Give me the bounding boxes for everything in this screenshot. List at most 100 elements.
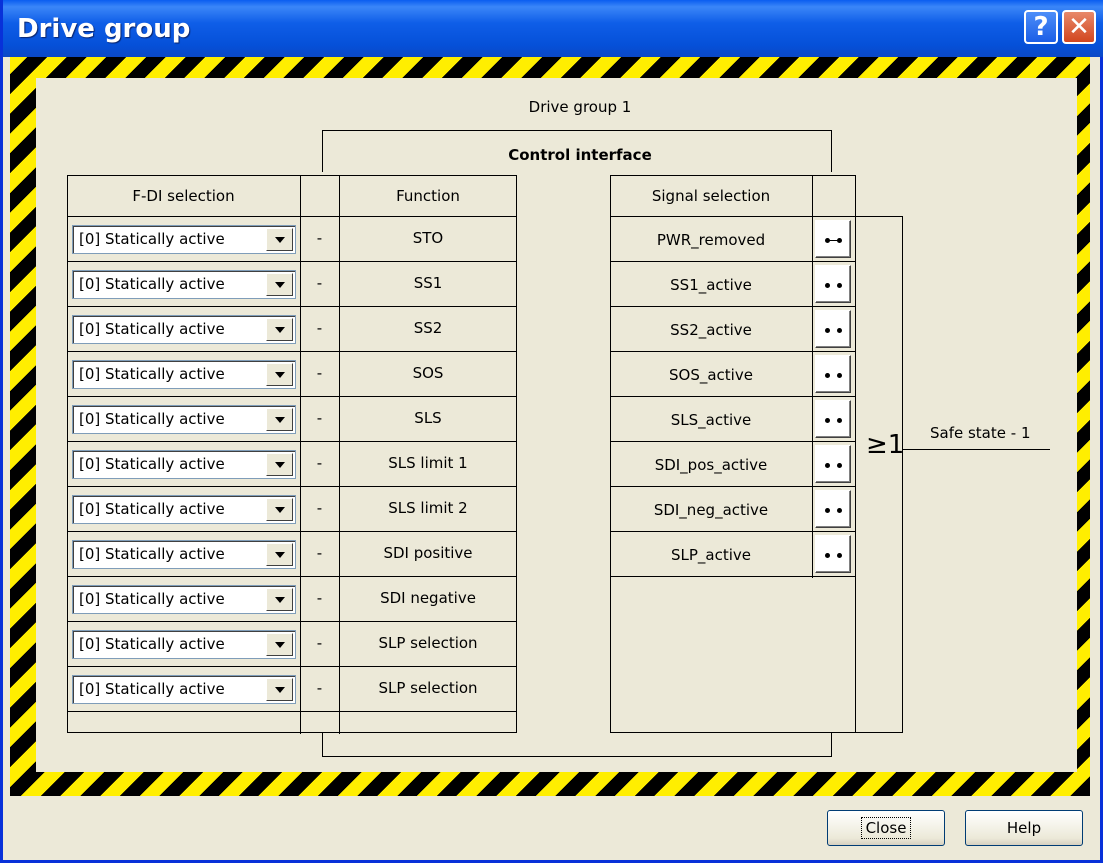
switch-contact-icon bbox=[837, 463, 842, 468]
switch-contact-icon bbox=[837, 418, 842, 423]
output-line bbox=[903, 449, 1050, 450]
row-divider bbox=[67, 666, 517, 667]
chevron-down-icon[interactable] bbox=[266, 678, 293, 701]
fdi-select-value: [0] Statically active bbox=[79, 500, 225, 518]
row-divider bbox=[610, 216, 856, 217]
chevron-down-icon[interactable] bbox=[266, 228, 293, 251]
function-name: SDI negative bbox=[380, 589, 476, 607]
help-button[interactable]: Help bbox=[965, 810, 1083, 846]
signal-switch-button[interactable] bbox=[815, 310, 851, 348]
connection-dash: - bbox=[316, 319, 323, 337]
row-divider bbox=[67, 576, 517, 577]
function-name: SLS limit 2 bbox=[388, 499, 468, 517]
close-button[interactable]: Close bbox=[827, 810, 945, 846]
fdi-select-dropdown[interactable]: [0] Statically active bbox=[72, 495, 296, 524]
fdi-select-value: [0] Statically active bbox=[79, 320, 225, 338]
close-button-label: Close bbox=[860, 817, 912, 839]
fdi-select-value: [0] Statically active bbox=[79, 365, 225, 383]
switch-contact-icon bbox=[825, 328, 830, 333]
signal-switch-button[interactable] bbox=[815, 490, 851, 528]
fdi-select-value: [0] Statically active bbox=[79, 635, 225, 653]
fdi-select-value: [0] Statically active bbox=[79, 410, 225, 428]
fdi-select-dropdown[interactable]: [0] Statically active bbox=[72, 360, 296, 389]
chevron-down-icon[interactable] bbox=[266, 318, 293, 341]
or-gate bbox=[855, 216, 903, 733]
signal-selection-header: Signal selection bbox=[651, 187, 771, 205]
help-icon[interactable]: ? bbox=[1024, 10, 1058, 44]
chevron-down-icon[interactable] bbox=[266, 408, 293, 431]
chevron-down-icon[interactable] bbox=[266, 543, 293, 566]
fdi-select-value: [0] Statically active bbox=[79, 545, 225, 563]
row-divider bbox=[67, 621, 517, 622]
title-bar[interactable]: Drive group ? ✕ bbox=[3, 0, 1103, 57]
row-divider bbox=[610, 306, 856, 307]
row-divider bbox=[67, 351, 517, 352]
signal-switch-button[interactable] bbox=[815, 220, 851, 258]
signal-name: SS1_active bbox=[670, 276, 752, 294]
connection-dash: - bbox=[316, 589, 323, 607]
close-icon[interactable]: ✕ bbox=[1062, 10, 1096, 44]
or-gate-symbol: ≥1 bbox=[866, 430, 905, 460]
fdi-select-dropdown[interactable]: [0] Statically active bbox=[72, 540, 296, 569]
switch-closed-icon bbox=[827, 240, 840, 241]
signal-name: SOS_active bbox=[669, 366, 753, 384]
switch-contact-icon bbox=[825, 463, 830, 468]
chevron-down-icon[interactable] bbox=[266, 633, 293, 656]
signal-name: SDI_neg_active bbox=[653, 501, 769, 519]
fdi-select-dropdown[interactable]: [0] Statically active bbox=[72, 450, 296, 479]
fdi-select-value: [0] Statically active bbox=[79, 275, 225, 293]
chevron-down-icon[interactable] bbox=[266, 453, 293, 476]
signal-switch-button[interactable] bbox=[815, 445, 851, 483]
signal-name: SS2_active bbox=[670, 321, 752, 339]
row-divider bbox=[610, 396, 856, 397]
fdi-select-dropdown[interactable]: [0] Statically active bbox=[72, 405, 296, 434]
chevron-down-icon[interactable] bbox=[266, 588, 293, 611]
connection-dash: - bbox=[316, 364, 323, 382]
row-divider bbox=[610, 576, 856, 577]
fdi-select-dropdown[interactable]: [0] Statically active bbox=[72, 225, 296, 254]
connection-dash: - bbox=[316, 679, 323, 697]
window-title: Drive group bbox=[17, 14, 191, 44]
signal-switch-button[interactable] bbox=[815, 535, 851, 573]
function-name: SS1 bbox=[413, 274, 443, 292]
switch-contact-icon bbox=[825, 373, 830, 378]
row-divider bbox=[67, 306, 517, 307]
signal-switch-button[interactable] bbox=[815, 265, 851, 303]
fdi-selection-header: F-DI selection bbox=[132, 187, 235, 205]
row-divider bbox=[610, 531, 856, 532]
connection-dash: - bbox=[316, 499, 323, 517]
signal-switch-button[interactable] bbox=[815, 400, 851, 438]
signal-name: SDI_pos_active bbox=[654, 456, 768, 474]
function-name: SLS bbox=[414, 409, 442, 427]
fdi-select-dropdown[interactable]: [0] Statically active bbox=[72, 630, 296, 659]
chevron-down-icon[interactable] bbox=[266, 498, 293, 521]
function-name: SLP selection bbox=[378, 679, 478, 697]
safe-state-output-label: Safe state - 1 bbox=[930, 424, 1031, 442]
fdi-select-dropdown[interactable]: [0] Statically active bbox=[72, 675, 296, 704]
switch-contact-icon bbox=[837, 328, 842, 333]
switch-contact-icon bbox=[825, 283, 830, 288]
switch-contact-icon bbox=[837, 373, 842, 378]
chevron-down-icon[interactable] bbox=[266, 273, 293, 296]
row-divider bbox=[67, 396, 517, 397]
signal-name: SLP_active bbox=[670, 546, 752, 564]
switch-contact-icon bbox=[825, 508, 830, 513]
fdi-select-value: [0] Statically active bbox=[79, 680, 225, 698]
switch-contact-icon bbox=[837, 508, 842, 513]
control-interface-label: Control interface bbox=[508, 146, 652, 164]
drive-group-label: Drive group 1 bbox=[528, 98, 632, 116]
row-divider bbox=[67, 216, 517, 217]
row-divider bbox=[67, 531, 517, 532]
function-header: Function bbox=[396, 187, 460, 205]
fdi-select-value: [0] Statically active bbox=[79, 455, 225, 473]
row-divider bbox=[610, 486, 856, 487]
switch-contact-icon bbox=[837, 553, 842, 558]
fdi-select-dropdown[interactable]: [0] Statically active bbox=[72, 315, 296, 344]
connection-dash: - bbox=[316, 229, 323, 247]
signal-switch-button[interactable] bbox=[815, 355, 851, 393]
function-name: STO bbox=[412, 229, 444, 247]
fdi-select-value: [0] Statically active bbox=[79, 590, 225, 608]
fdi-select-dropdown[interactable]: [0] Statically active bbox=[72, 585, 296, 614]
chevron-down-icon[interactable] bbox=[266, 363, 293, 386]
fdi-select-dropdown[interactable]: [0] Statically active bbox=[72, 270, 296, 299]
